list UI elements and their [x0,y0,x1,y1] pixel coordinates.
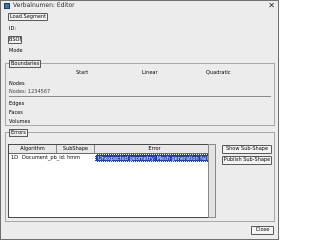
edges-label: Edges [9,101,25,107]
load-segment-button[interactable]: Load.Segment [8,13,48,21]
show-subshape-button[interactable]: Show Sub-Shape [222,145,272,154]
column-linear-label: Linear [142,70,158,76]
app-icon [4,3,10,9]
close-icon[interactable]: ✕ [268,1,275,10]
publish-subshape-button[interactable]: Publish Sub-Shape [222,156,272,165]
cell-error[interactable]: Unexpected geometry: Mesh generation fai… [95,154,215,162]
column-start-label: Start [76,70,89,76]
errors-table-scrollbar[interactable] [208,144,216,218]
header-algorithm[interactable]: Algorithm [9,145,57,153]
boundaries-group-title: Boundaries [9,60,42,68]
errors-table-header: Algorithm SubShape Error [9,145,215,154]
column-quadratic-label: Quadratic [206,70,231,76]
errors-table[interactable]: Algorithm SubShape Error 1D Document_pb_… [8,144,216,218]
errors-group-title: Errors [9,129,28,137]
status-button[interactable]: BSONS [8,36,22,44]
volumes-label: Volumes [9,119,31,125]
editor-window: Verbalnumen: Editor ✕ Load.Segment ID: B… [0,0,279,240]
faces-label: Faces [9,110,23,116]
nodes-value: Nodes: 1234567 [9,89,51,95]
table-row[interactable]: 1D Document_pb_id: hmm Unexpected geomet… [9,154,215,162]
nodes-label: Nodes [9,81,25,87]
mode-label: Mode [9,48,23,54]
header-error[interactable]: Error [95,145,215,153]
header-subshape[interactable]: SubShape [57,145,95,153]
close-button[interactable]: Close [251,226,274,235]
id-label: ID: [9,26,17,32]
title-bar: Verbalnumen: Editor ✕ [1,1,278,11]
cell-subshape[interactable]: Document_pb_id: hmm [20,154,95,162]
window-title: Verbalnumen: Editor [13,2,75,9]
nodes-divider [9,96,271,97]
